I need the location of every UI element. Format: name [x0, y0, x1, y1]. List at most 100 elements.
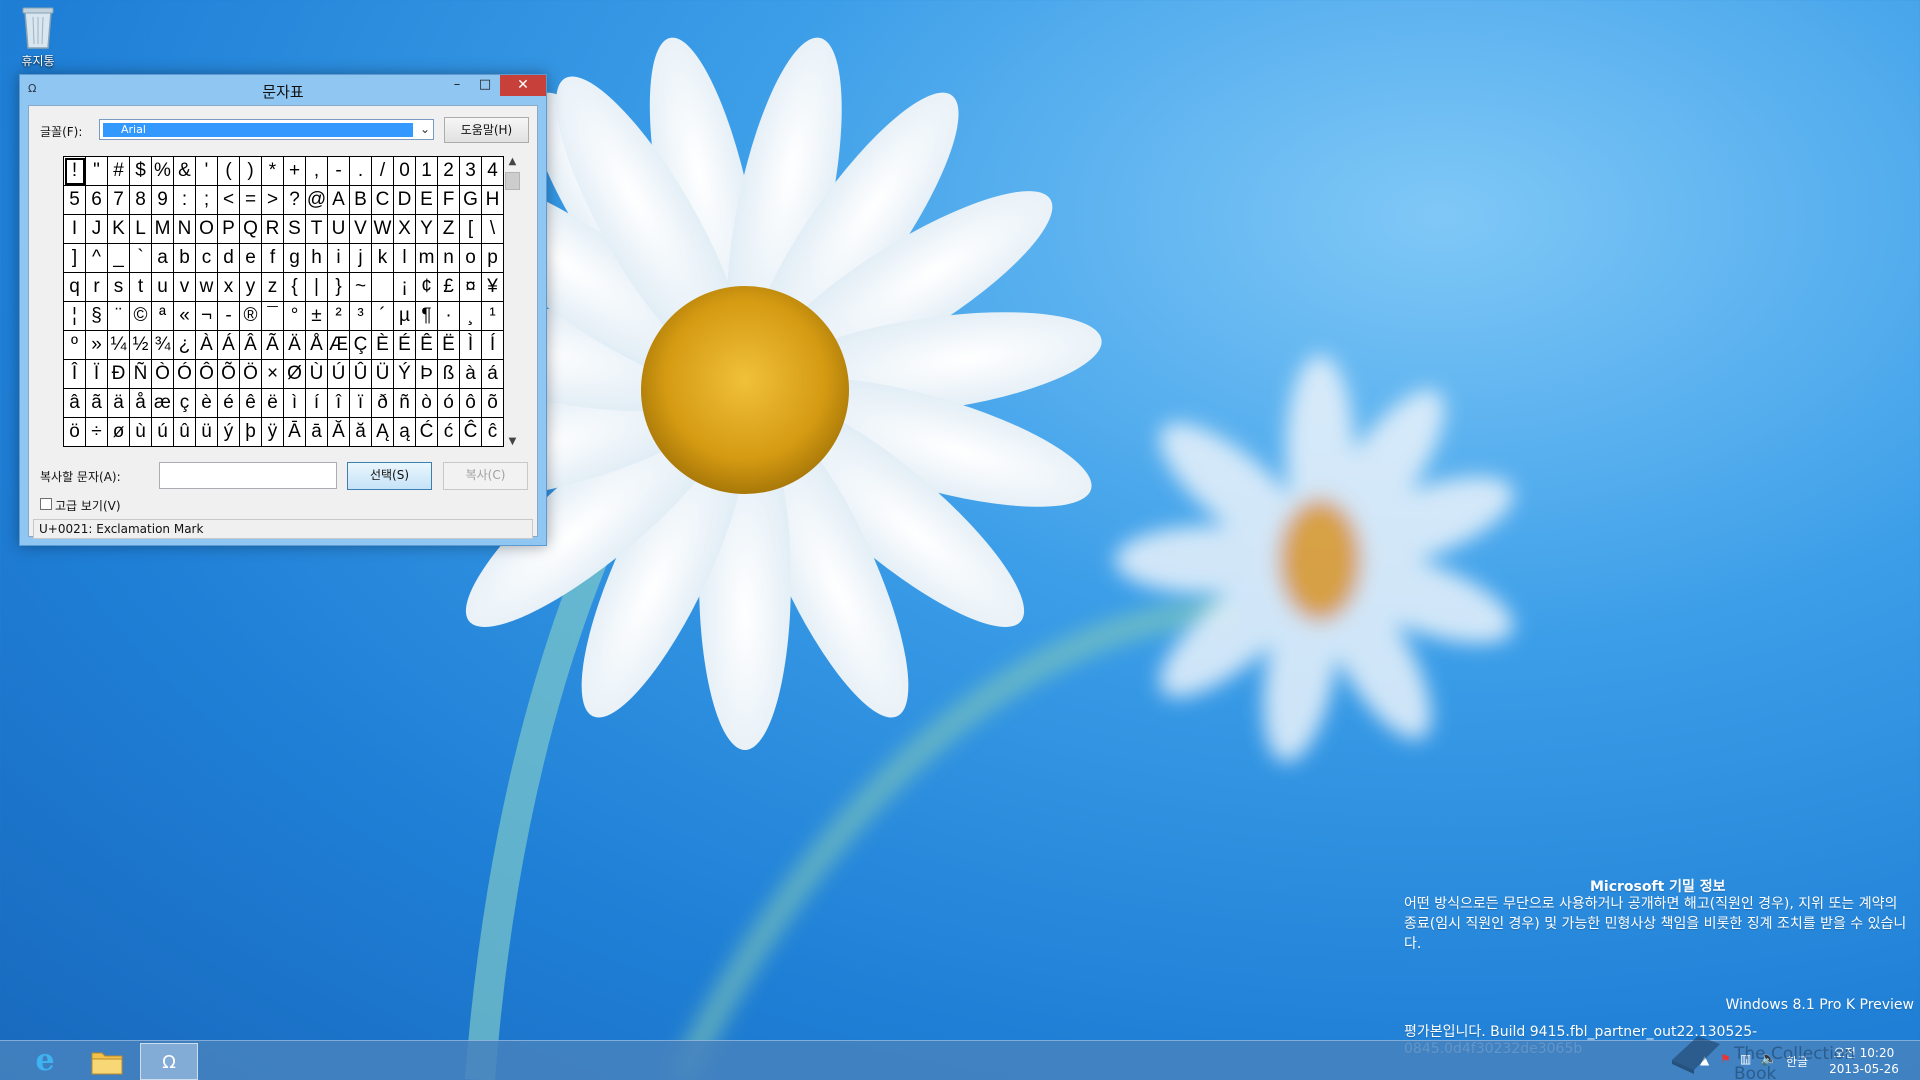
character-cell[interactable]: ; — [196, 186, 218, 215]
character-cell[interactable]: r — [86, 273, 108, 302]
character-cell[interactable]: / — [372, 157, 394, 186]
character-cell[interactable]: x — [218, 273, 240, 302]
character-cell[interactable]: i — [328, 244, 350, 273]
character-cell[interactable]: M — [152, 215, 174, 244]
character-cell[interactable]: Î — [64, 360, 86, 389]
character-cell[interactable]: à — [460, 360, 482, 389]
character-cell[interactable]: P — [218, 215, 240, 244]
character-cell[interactable]: m — [416, 244, 438, 273]
character-cell[interactable]: o — [460, 244, 482, 273]
character-cell[interactable]: í — [306, 389, 328, 418]
character-cell[interactable]: 9 — [152, 186, 174, 215]
character-cell[interactable]: ° — [284, 302, 306, 331]
character-cell[interactable]: Ć — [416, 418, 438, 447]
character-cell[interactable]: e — [240, 244, 262, 273]
character-cell[interactable]: 0 — [394, 157, 416, 186]
character-cell[interactable]: ð — [372, 389, 394, 418]
character-cell[interactable]: Ô — [196, 360, 218, 389]
character-cell[interactable]: © — [130, 302, 152, 331]
character-cell[interactable]: » — [86, 331, 108, 360]
advanced-view-label[interactable]: 고급 보기(V) — [55, 497, 121, 514]
character-cell[interactable]: ? — [284, 186, 306, 215]
character-cell[interactable]: J — [86, 215, 108, 244]
character-cell[interactable]: È — [372, 331, 394, 360]
character-cell[interactable]: è — [196, 389, 218, 418]
help-button[interactable]: 도움말(H) — [444, 117, 529, 143]
character-cell[interactable]: ą — [394, 418, 416, 447]
character-cell[interactable]: á — [482, 360, 504, 389]
character-cell[interactable]: ă — [350, 418, 372, 447]
character-cell[interactable]: B — [350, 186, 372, 215]
character-cell[interactable]: ª — [152, 302, 174, 331]
character-cell[interactable]: ä — [108, 389, 130, 418]
character-cell[interactable]: ÿ — [262, 418, 284, 447]
character-cell[interactable]: Y — [416, 215, 438, 244]
character-cell[interactable]: S — [284, 215, 306, 244]
character-cell[interactable]: å — [130, 389, 152, 418]
taskbar-internet-explorer[interactable]: e — [16, 1043, 74, 1080]
character-cell[interactable]: G — [460, 186, 482, 215]
character-cell[interactable]: | — [306, 273, 328, 302]
character-cell[interactable]: · — [438, 302, 460, 331]
character-cell[interactable]: § — [86, 302, 108, 331]
character-cell[interactable]: n — [438, 244, 460, 273]
scroll-up-icon[interactable]: ▲ — [504, 156, 521, 167]
window-titlebar[interactable]: Ω 문자표 – □ ✕ — [20, 75, 546, 105]
character-cell[interactable]: × — [262, 360, 284, 389]
character-cell[interactable]: ß — [438, 360, 460, 389]
character-cell[interactable]: Õ — [218, 360, 240, 389]
character-cell[interactable]: Ñ — [130, 360, 152, 389]
character-cell[interactable]: « — [174, 302, 196, 331]
character-cell[interactable]: = — [240, 186, 262, 215]
character-cell[interactable]: ² — [328, 302, 350, 331]
character-cell[interactable]: 7 — [108, 186, 130, 215]
character-cell[interactable]: } — [328, 273, 350, 302]
character-cell[interactable]: Z — [438, 215, 460, 244]
character-cell[interactable]: Ê — [416, 331, 438, 360]
character-cell[interactable]: W — [372, 215, 394, 244]
select-button[interactable]: 선택(S) — [347, 462, 432, 490]
character-cell[interactable]: æ — [152, 389, 174, 418]
character-cell[interactable]: p — [482, 244, 504, 273]
character-cell[interactable]: g — [284, 244, 306, 273]
character-cell[interactable]: " — [86, 157, 108, 186]
character-cell[interactable]: ë — [262, 389, 284, 418]
character-cell[interactable]: þ — [240, 418, 262, 447]
character-cell[interactable]: ¡ — [394, 273, 416, 302]
character-cell[interactable]: d — [218, 244, 240, 273]
character-cell[interactable]: Í — [482, 331, 504, 360]
character-cell[interactable]: b — [174, 244, 196, 273]
character-cell[interactable]: ø — [108, 418, 130, 447]
character-cell[interactable]: É — [394, 331, 416, 360]
character-cell[interactable]: Ã — [262, 331, 284, 360]
character-cell[interactable]: T — [306, 215, 328, 244]
character-cell[interactable]: a — [152, 244, 174, 273]
character-cell[interactable]: ö — [64, 418, 86, 447]
character-cell[interactable]: % — [152, 157, 174, 186]
character-cell[interactable]: & — [174, 157, 196, 186]
character-cell[interactable]: ā — [306, 418, 328, 447]
scroll-down-icon[interactable]: ▼ — [504, 436, 521, 447]
character-cell[interactable]: ¶ — [416, 302, 438, 331]
character-cell[interactable]: â — [64, 389, 86, 418]
character-cell[interactable]: + — [284, 157, 306, 186]
character-cell[interactable]: £ — [438, 273, 460, 302]
character-cell[interactable]: 1 — [416, 157, 438, 186]
character-cell[interactable]: Å — [306, 331, 328, 360]
character-cell[interactable]: Ö — [240, 360, 262, 389]
character-cell[interactable]: ! — [64, 157, 86, 186]
character-cell[interactable]: F — [438, 186, 460, 215]
character-cell[interactable]: ý — [218, 418, 240, 447]
character-cell[interactable]: ¥ — [482, 273, 504, 302]
character-cell[interactable]: õ — [482, 389, 504, 418]
character-cell[interactable]: ' — [196, 157, 218, 186]
character-cell[interactable]: 3 — [460, 157, 482, 186]
character-cell[interactable]: I — [64, 215, 86, 244]
character-cell[interactable]: E — [416, 186, 438, 215]
character-cell[interactable]: ´ — [372, 302, 394, 331]
character-cell[interactable]: Ý — [394, 360, 416, 389]
character-cell[interactable]: w — [196, 273, 218, 302]
character-cell[interactable]: Á — [218, 331, 240, 360]
character-cell[interactable]: Ā — [284, 418, 306, 447]
character-cell[interactable]: ¨ — [108, 302, 130, 331]
